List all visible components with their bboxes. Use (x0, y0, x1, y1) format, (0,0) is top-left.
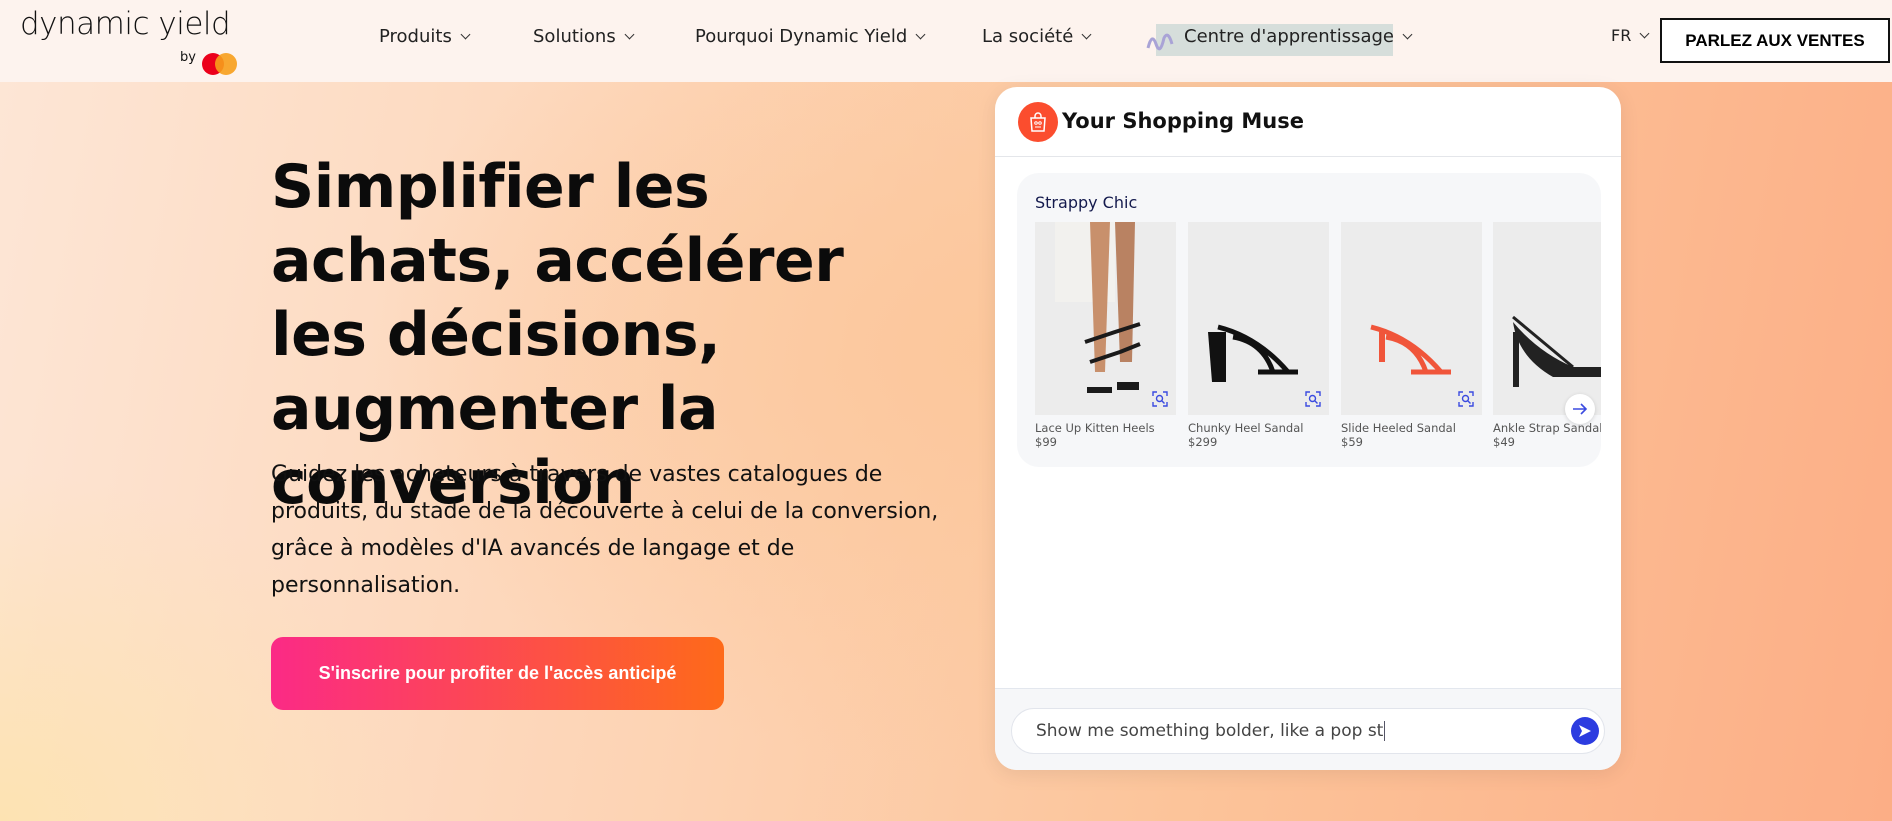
nav-centre-apprentissage[interactable]: Centre d'apprentissage (1184, 26, 1413, 47)
product-image[interactable] (1493, 222, 1601, 415)
product-image[interactable] (1341, 222, 1482, 415)
shopping-bag-icon (1018, 102, 1058, 142)
shoe-image (1370, 324, 1451, 375)
logo[interactable]: dynamic yield by (20, 6, 237, 75)
product-name[interactable]: Lace Up Kitten Heels (1035, 421, 1176, 435)
chevron-down-icon (1639, 28, 1650, 39)
widget-header: Your Shopping Muse (995, 87, 1621, 157)
visual-search-icon[interactable] (1458, 391, 1474, 407)
text-caret (1384, 721, 1386, 741)
product-price: $99 (1035, 435, 1057, 449)
product-name[interactable]: Slide Heeled Sandal (1341, 421, 1482, 435)
chevron-down-icon (1402, 29, 1413, 40)
collection-title: Strappy Chic (1035, 193, 1138, 212)
product-price: $299 (1188, 435, 1218, 449)
product-image[interactable] (1035, 222, 1176, 415)
product-card[interactable]: Lace Up Kitten Heels $99 (1035, 222, 1176, 449)
nav-solutions[interactable]: Solutions (533, 26, 635, 47)
product-price: $49 (1493, 435, 1515, 449)
product-card[interactable]: Chunky Heel Sandal $299 (1188, 222, 1329, 449)
logo-text: dynamic yield (20, 6, 231, 42)
product-card[interactable]: Slide Heeled Sandal $59 (1341, 222, 1482, 449)
product-price: $59 (1341, 435, 1363, 449)
signup-button[interactable]: S'inscrire pour profiter de l'accès anti… (271, 637, 724, 710)
nav-produits[interactable]: Produits (379, 26, 471, 47)
nav-la-societe[interactable]: La société (982, 26, 1092, 47)
shopping-muse-widget: Your Shopping Muse Strappy Chic Lace Up … (995, 87, 1621, 770)
mastercard-icon (202, 50, 240, 78)
chevron-down-icon (915, 29, 926, 40)
top-navigation: dynamic yield by Produits Solutions Pour… (0, 0, 1892, 82)
product-carousel: Strappy Chic Lace Up Kitten Heels $99 Ch… (1017, 173, 1601, 467)
product-name[interactable]: Chunky Heel Sandal (1188, 421, 1329, 435)
chevron-down-icon (624, 29, 635, 40)
carousel-next-button[interactable] (1565, 394, 1595, 424)
squiggle-icon (1146, 33, 1174, 51)
send-button[interactable] (1571, 717, 1599, 745)
shoe-image (1512, 315, 1601, 387)
chat-input[interactable]: Show me something bolder, like a pop st (1011, 708, 1605, 754)
product-image[interactable] (1188, 222, 1329, 415)
shoe-image (1055, 222, 1141, 393)
chat-footer: Show me something bolder, like a pop st (995, 688, 1621, 770)
arrow-right-icon (1573, 403, 1588, 415)
widget-title: Your Shopping Muse (1062, 109, 1304, 133)
contact-sales-button[interactable]: PARLEZ AUX VENTES (1660, 18, 1890, 63)
visual-search-icon[interactable] (1305, 391, 1321, 407)
logo-by: by (180, 50, 196, 65)
nav-pourquoi[interactable]: Pourquoi Dynamic Yield (695, 26, 926, 47)
language-selector[interactable]: FR (1611, 26, 1650, 45)
chevron-down-icon (460, 29, 471, 40)
send-icon (1579, 725, 1591, 737)
chevron-down-icon (1081, 29, 1092, 40)
visual-search-icon[interactable] (1152, 391, 1168, 407)
hero-description: Guidez les acheteurs à travers de vastes… (271, 462, 939, 598)
shoe-image (1208, 324, 1298, 382)
